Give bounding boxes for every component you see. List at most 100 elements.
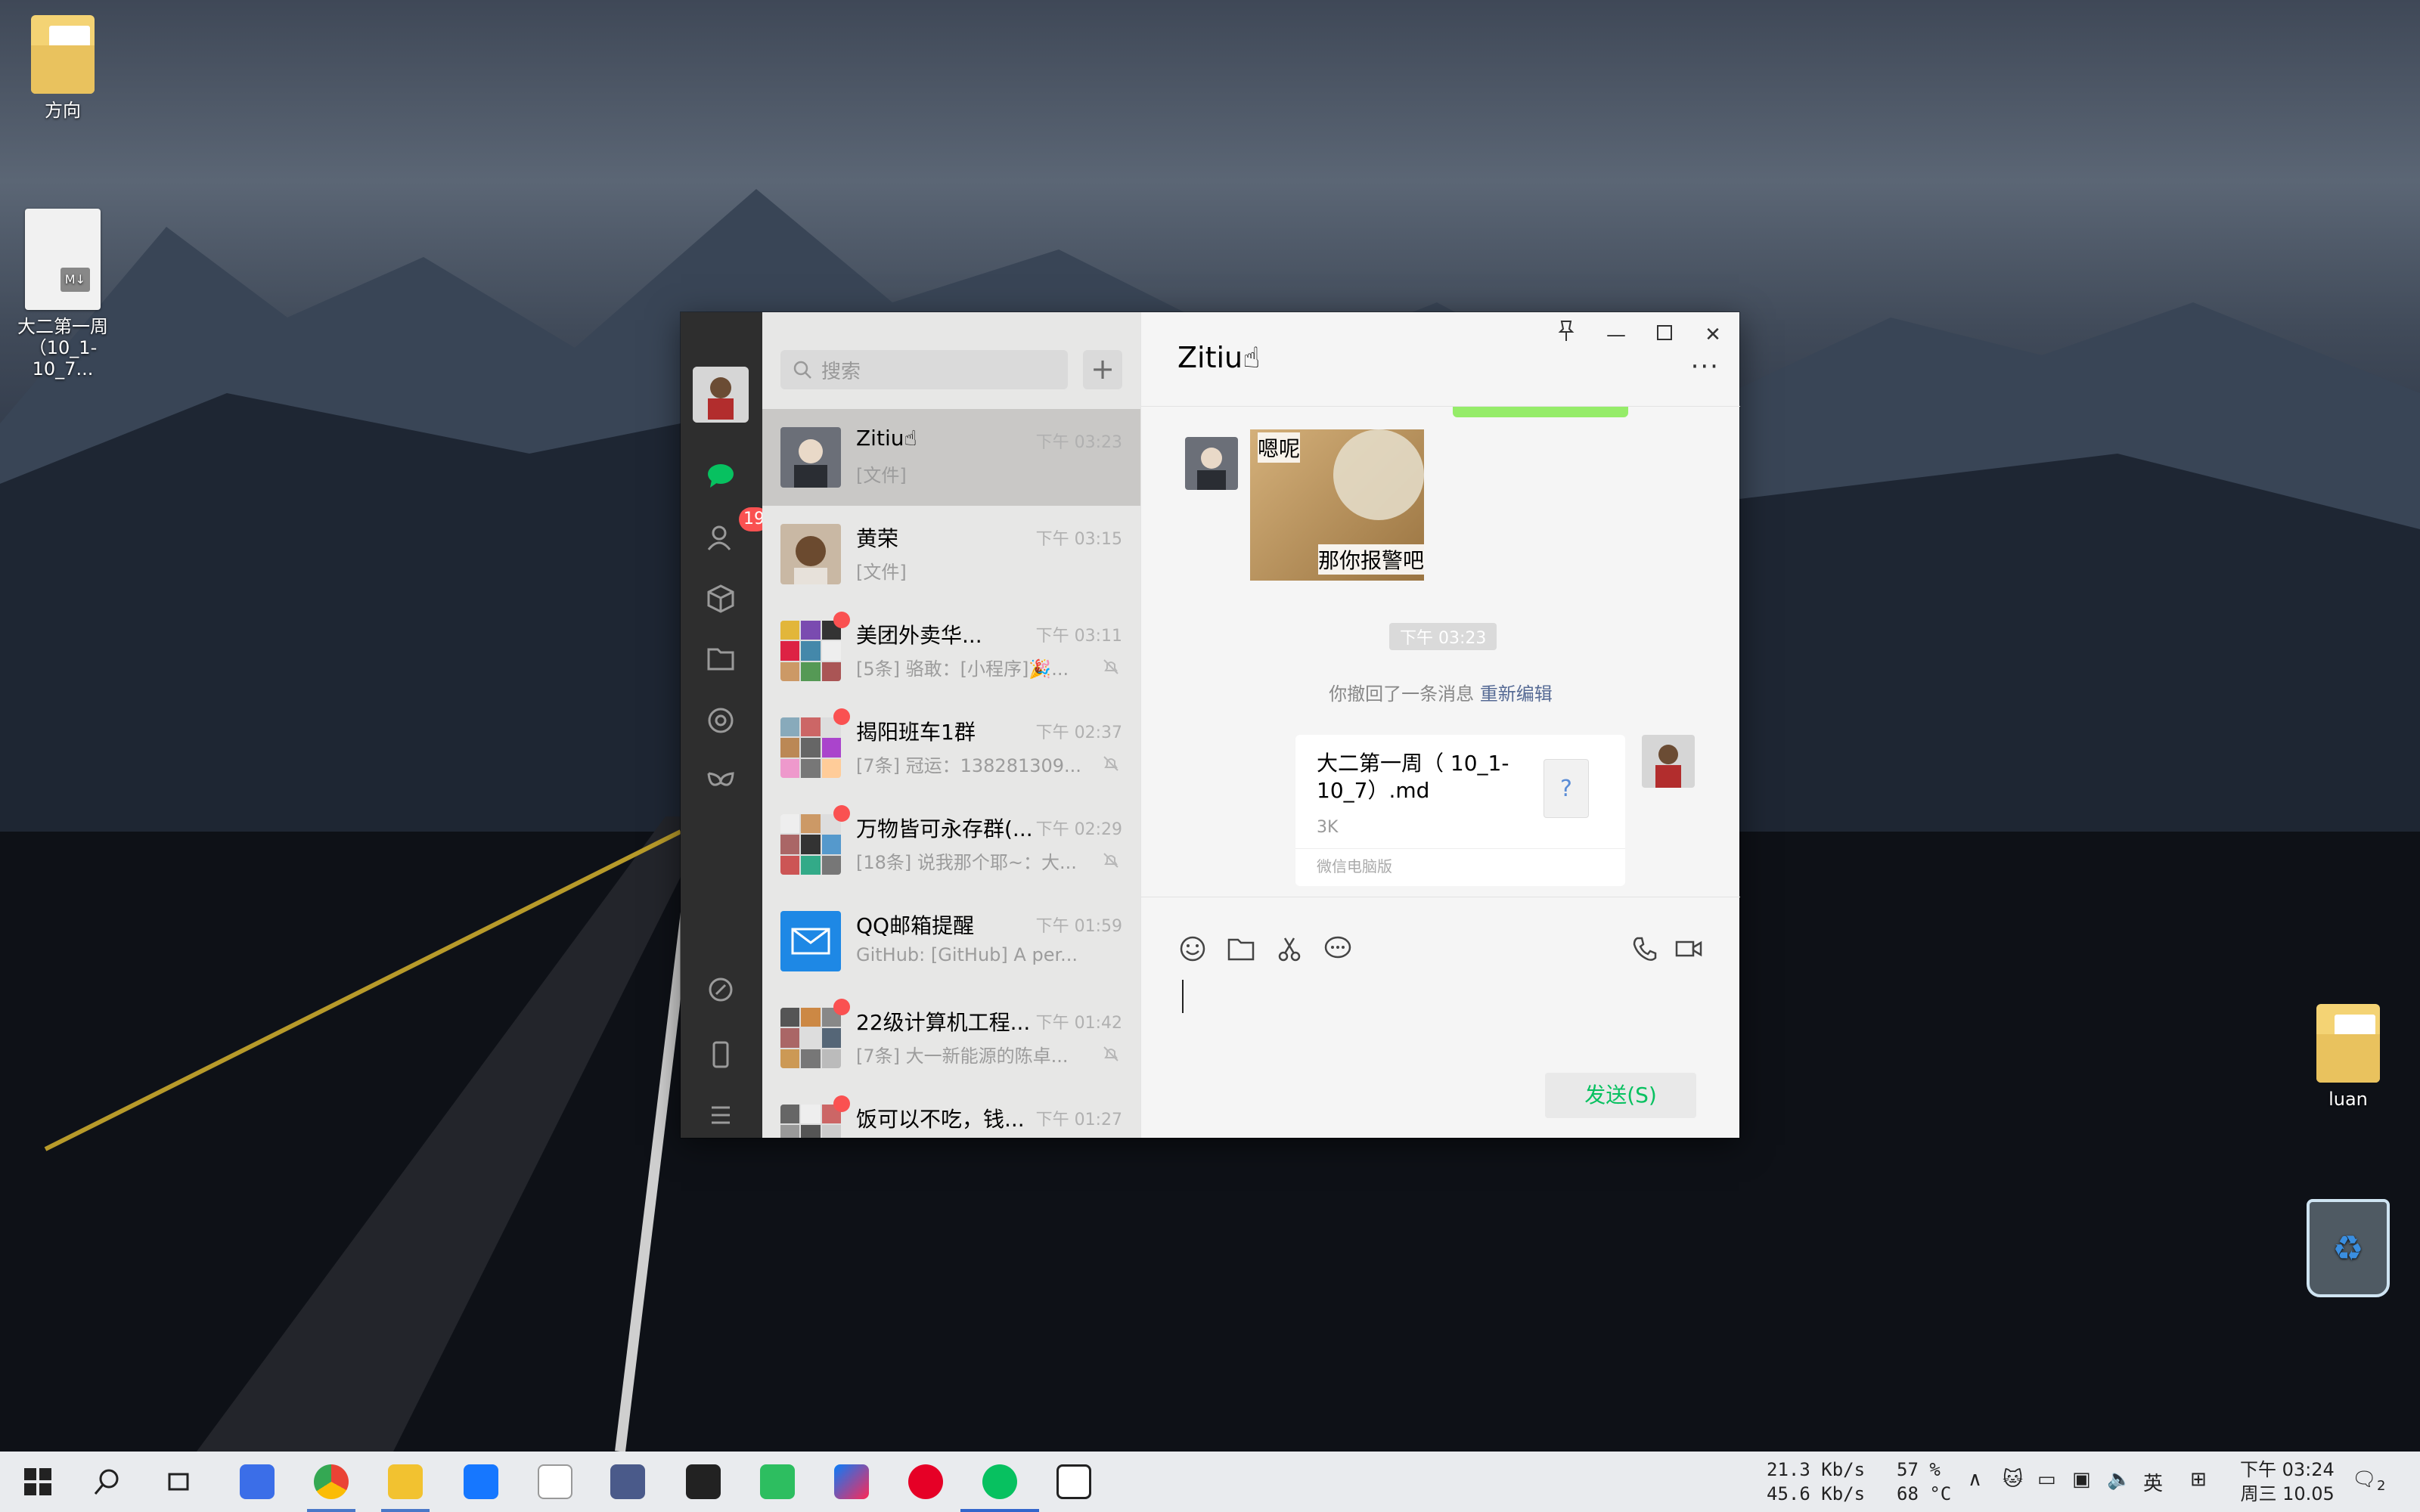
menu-icon[interactable] <box>701 1095 740 1135</box>
conversation-item[interactable]: 黄荣 下午 03:15 [文件] <box>762 506 1140 603</box>
conversation-avatar <box>780 524 841 584</box>
chrome-icon[interactable] <box>309 1459 354 1504</box>
star-app-icon[interactable] <box>458 1459 504 1504</box>
battery-icon[interactable]: ▭ <box>2037 1468 2056 1491</box>
emoji-button[interactable] <box>1177 934 1211 967</box>
close-button[interactable]: ✕ <box>1698 320 1728 350</box>
pin-button[interactable] <box>1551 320 1581 350</box>
desktop: 方向 M↓ 大二第一周（10_1-10_7... luan ♻ 19 搜索 + … <box>0 0 2420 1512</box>
conversation-item[interactable]: Zitiu☝ 下午 03:23 [文件] <box>762 409 1140 506</box>
conversation-item[interactable]: 美团外卖华... 下午 03:11 [5条] 骆敢：[小程序]🎉... <box>762 603 1140 699</box>
netease-music-icon[interactable] <box>903 1459 948 1504</box>
tray-overflow-icon[interactable]: ∧ <box>1968 1468 1982 1491</box>
net-download: 45.6 Kb/s <box>1767 1483 1866 1504</box>
conversation-item[interactable]: 22级计算机工程... 下午 01:42 [7条] 大一新能源的陈卓... <box>762 990 1140 1086</box>
conversation-time: 下午 01:59 <box>1035 917 1122 936</box>
send-button[interactable]: 发送(S) <box>1545 1073 1696 1118</box>
folder-icon <box>31 15 95 94</box>
send-file-button[interactable] <box>1226 934 1259 967</box>
cat-icon[interactable]: 🐱 <box>2003 1468 2023 1491</box>
add-chat-button[interactable]: + <box>1083 350 1122 389</box>
message-input[interactable] <box>1182 980 1184 1013</box>
notes-icon[interactable] <box>532 1459 578 1504</box>
chat-pane: Zitiu☝ — ✕ ··· 嗯呢 那你报警吧 下午 03:23 你撤回了一条消… <box>1140 312 1740 1138</box>
search-box[interactable]: 搜索 <box>780 350 1068 389</box>
video-call-button[interactable] <box>1674 934 1707 967</box>
chats-icon[interactable] <box>701 456 740 495</box>
screenshot-button[interactable] <box>1274 934 1308 967</box>
search-placeholder: 搜索 <box>821 360 861 383</box>
group-avatar <box>780 1008 841 1068</box>
moments-icon[interactable] <box>701 701 740 740</box>
notification-icon[interactable]: 🗨2 <box>2352 1468 2385 1494</box>
avatar-image <box>693 367 749 423</box>
jetbrains-icon[interactable] <box>829 1459 874 1504</box>
voice-call-button[interactable] <box>1630 934 1663 967</box>
clock-time: 下午 03:24 <box>2240 1459 2335 1480</box>
network-icon[interactable]: ▣ <box>2072 1468 2091 1491</box>
message-area: 嗯呢 那你报警吧 下午 03:23 你撤回了一条消息 重新编辑 大二第一周（ 1… <box>1141 407 1740 897</box>
folder-outline-icon <box>707 648 734 671</box>
more-options-icon[interactable]: ··· <box>1691 352 1720 382</box>
contacts-icon[interactable]: 19 <box>701 507 769 557</box>
peer-avatar[interactable] <box>1185 437 1238 490</box>
wechat-sidebar: 19 <box>681 312 769 1138</box>
file-card-divider <box>1295 848 1625 849</box>
phone-icon[interactable] <box>701 1035 740 1074</box>
recycle-bin[interactable]: ♻ <box>2291 1199 2405 1297</box>
start-icon[interactable] <box>15 1459 60 1504</box>
conversation-item[interactable]: 饭可以不吃，钱... 下午 01:27 <box>762 1086 1140 1138</box>
conversation-time: 下午 03:11 <box>1035 627 1122 646</box>
group-avatar <box>780 717 841 778</box>
my-message-avatar[interactable] <box>1642 735 1695 788</box>
buds-icon[interactable] <box>234 1459 280 1504</box>
desktop-folder-luan[interactable]: luan <box>2291 1004 2405 1110</box>
conversation-item[interactable]: 揭阳班车1群 下午 02:37 [7条] 冠运：138281309... <box>762 699 1140 796</box>
cpu-usage: 57 % <box>1897 1459 1941 1480</box>
ime-indicator[interactable]: 英 <box>2143 1468 2163 1496</box>
re-edit-link[interactable]: 重新编辑 <box>1480 683 1553 705</box>
conversation-item[interactable]: 万物皆可永存群(... 下午 02:29 [18条] 说我那个耶~：大... <box>762 796 1140 893</box>
file-explorer-icon[interactable] <box>383 1459 428 1504</box>
search-icon[interactable] <box>85 1459 130 1504</box>
desktop-file-md[interactable]: M↓ 大二第一周（10_1-10_7... <box>6 209 119 380</box>
wechat-icon[interactable] <box>977 1459 1022 1504</box>
unread-dot <box>833 612 850 628</box>
recall-text: 你撤回了一条消息 <box>1329 683 1475 705</box>
mute-bell-icon <box>1103 659 1118 674</box>
clock[interactable]: 下午 03:24 周三 10.05 <box>2240 1458 2335 1506</box>
task-view-icon[interactable] <box>156 1459 201 1504</box>
conversation-name: Zitiu☝ <box>856 426 917 451</box>
cpu-temp: 68 °C <box>1897 1483 1952 1504</box>
conversation-avatar <box>780 427 841 488</box>
sticker-message[interactable]: 嗯呢 那你报警吧 <box>1250 429 1424 581</box>
my-avatar[interactable] <box>693 367 749 423</box>
link-icon[interactable] <box>701 970 740 1009</box>
files-icon[interactable] <box>701 639 740 678</box>
previous-message-bubble <box>1453 407 1628 417</box>
volume-icon[interactable]: 🔈 <box>2107 1468 2131 1491</box>
ghost-icon[interactable] <box>605 1459 650 1504</box>
evernote-icon[interactable] <box>755 1459 800 1504</box>
maximize-button[interactable] <box>1649 320 1680 350</box>
conversation-preview: GitHub: [GitHub] A per... <box>856 944 1078 965</box>
minimize-button[interactable]: — <box>1601 320 1631 350</box>
video-camera-icon <box>1675 940 1702 957</box>
desktop-folder-fangxiang[interactable]: 方向 <box>6 15 119 121</box>
conversation-name: 饭可以不吃，钱... <box>856 1107 1025 1132</box>
unread-dot <box>833 708 850 725</box>
7zip-icon[interactable] <box>681 1459 726 1504</box>
ime-grid-icon[interactable]: ⊞ <box>2190 1468 2207 1491</box>
conversation-item[interactable]: QQ邮箱提醒 下午 01:59 GitHub: [GitHub] A per..… <box>762 893 1140 990</box>
chat-history-button[interactable] <box>1323 934 1356 967</box>
file-message[interactable]: 大二第一周（ 10_1-10_7）.md ? 3K 微信电脑版 <box>1295 735 1625 886</box>
file-name: 大二第一周（ 10_1-10_7）.md <box>1317 751 1509 803</box>
file-source: 微信电脑版 <box>1317 857 1392 875</box>
chat-bubble-icon <box>708 464 734 488</box>
favorites-icon[interactable] <box>701 578 740 618</box>
mail-avatar <box>780 911 841 971</box>
file-size: 3K <box>1317 818 1339 837</box>
conversation-time: 下午 01:42 <box>1035 1014 1122 1033</box>
typora-icon[interactable] <box>1051 1459 1097 1504</box>
mini-programs-icon[interactable] <box>701 763 740 802</box>
